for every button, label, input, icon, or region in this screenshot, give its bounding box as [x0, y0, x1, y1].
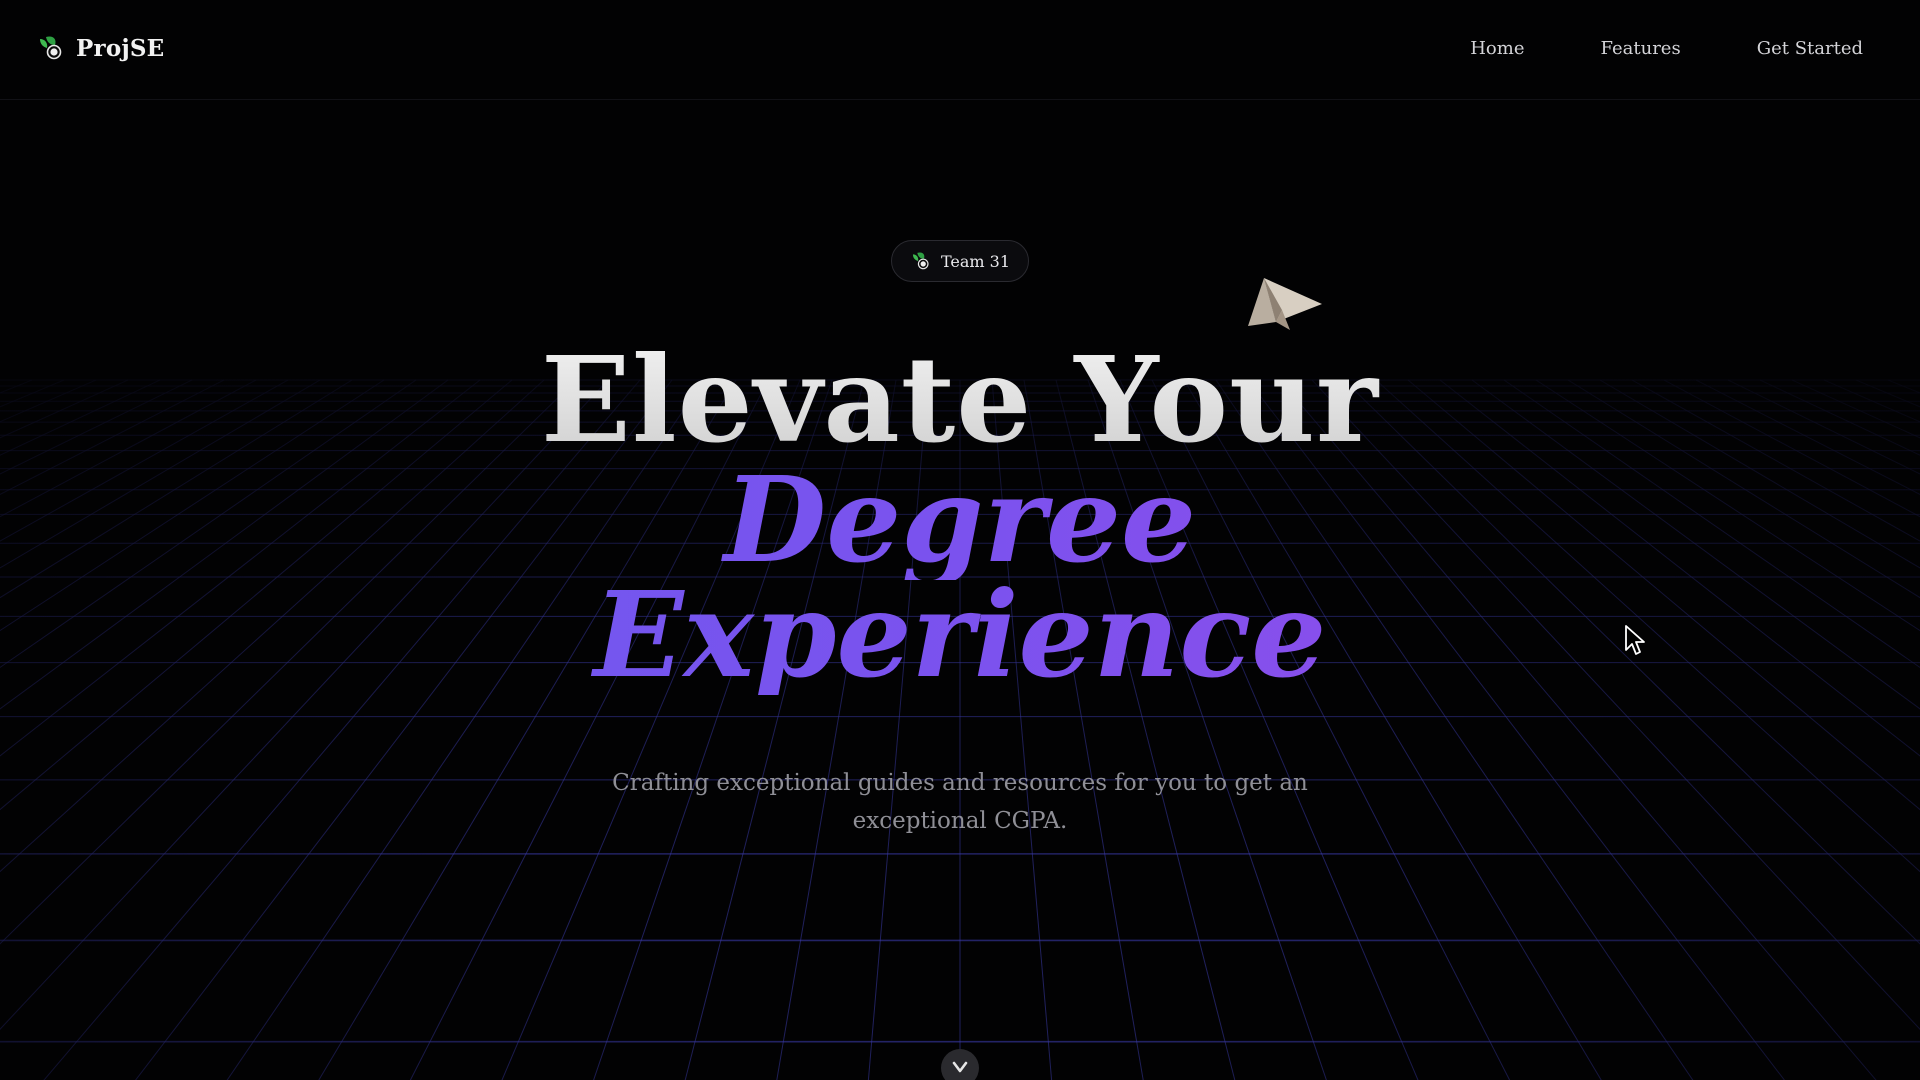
brand[interactable]: ProjSE [36, 33, 164, 63]
hero-subtitle: Crafting exceptional guides and resource… [612, 770, 1308, 834]
leaf-logo-icon [912, 252, 929, 270]
nav-get-started-link[interactable]: Get Started [1757, 38, 1863, 59]
team-badge-label: Team 31 [940, 251, 1011, 271]
scroll-down-button[interactable] [941, 1049, 979, 1080]
mouse-cursor-icon [1625, 625, 1645, 655]
team-badge: Team 31 [891, 240, 1029, 282]
landing-page: ProjSE Home Features Get Started Team 31… [0, 0, 1920, 1080]
top-navbar: ProjSE Home Features Get Started [0, 0, 1920, 100]
chevron-down-icon [952, 1061, 968, 1073]
paper-plane-icon [1248, 278, 1322, 330]
nav-features-link[interactable]: Features [1600, 38, 1680, 59]
brand-name: ProjSE [76, 34, 165, 62]
nav-links: Home Features Get Started [1470, 38, 1863, 59]
hero-title-line-2: Degree [0, 460, 1920, 580]
hero-title-line-1: Elevate Your [0, 335, 1920, 465]
nav-home-link[interactable]: Home [1470, 38, 1524, 59]
leaf-logo-icon [40, 36, 62, 60]
